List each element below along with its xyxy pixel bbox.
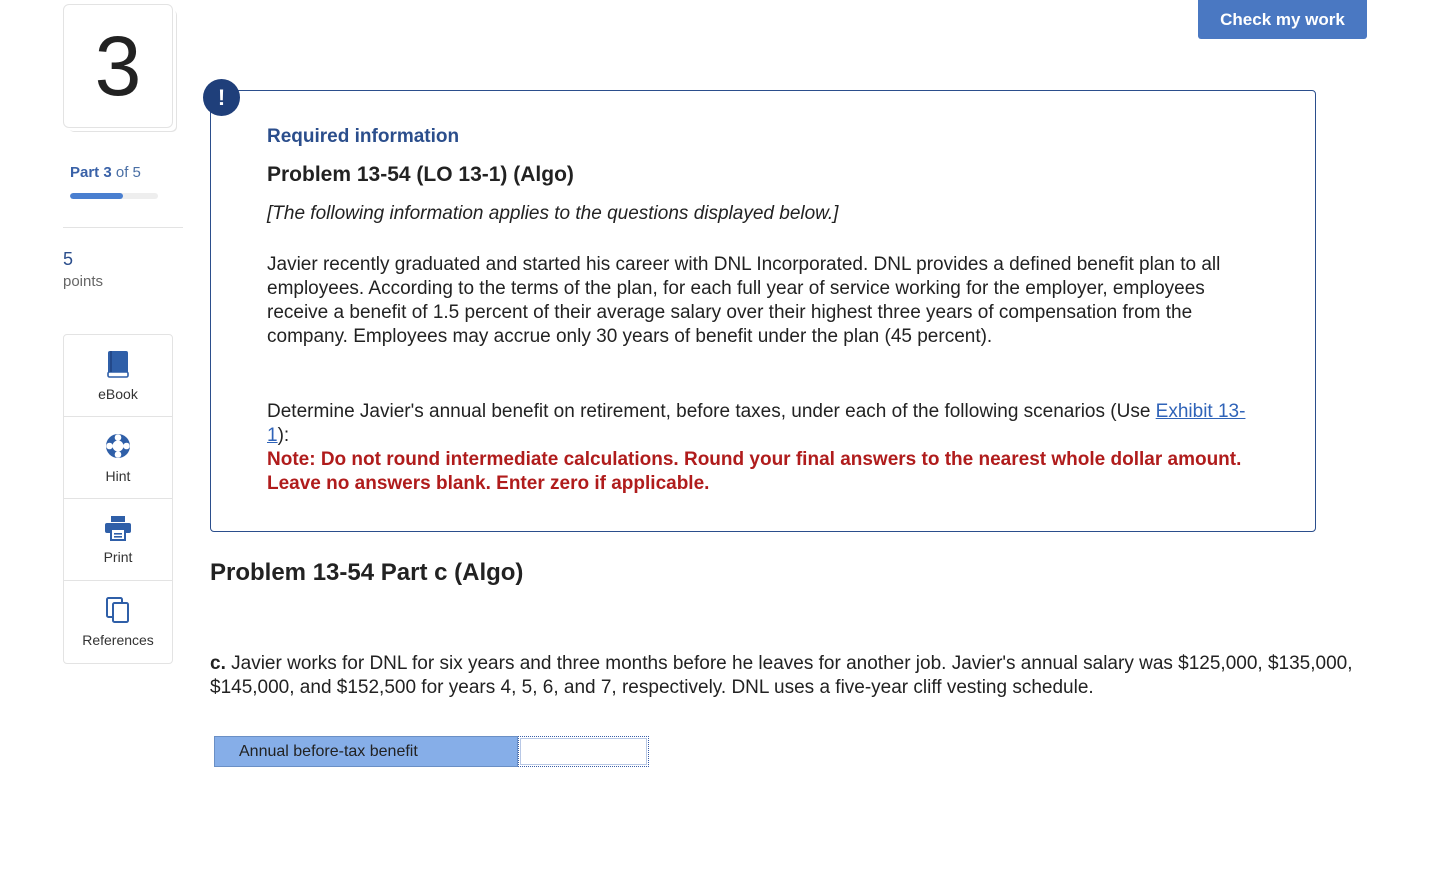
- print-button[interactable]: Print: [64, 499, 172, 581]
- annual-benefit-input[interactable]: [518, 736, 649, 767]
- part-indicator: Part 3 of 5: [70, 164, 141, 181]
- answer-row: Annual before-tax benefit: [214, 736, 649, 767]
- references-label: References: [82, 632, 154, 648]
- sidebar-divider: [63, 227, 183, 228]
- part-current: 3: [103, 164, 112, 181]
- alert-icon: !: [203, 79, 240, 116]
- ebook-label: eBook: [98, 385, 138, 402]
- references-button[interactable]: References: [64, 581, 172, 663]
- instruction-paragraph: Determine Javier's annual benefit on ret…: [267, 400, 1267, 448]
- answer-label: Annual before-tax benefit: [214, 736, 518, 767]
- lifebuoy-icon: [106, 433, 130, 458]
- problem-title: Problem 13-54 (LO 13-1) (Algo): [267, 163, 574, 186]
- points-value: 5: [63, 249, 74, 269]
- check-my-work-button[interactable]: Check my work: [1198, 0, 1367, 39]
- part-progress-fill: [70, 193, 123, 199]
- printer-icon: [105, 515, 131, 541]
- scenario-paragraph: Javier recently graduated and started hi…: [267, 254, 1221, 347]
- part-word: Part: [70, 164, 100, 181]
- instruction-text: Determine Javier's annual benefit on ret…: [267, 401, 1156, 422]
- rounding-note: Note: Do not round intermediate calculat…: [267, 449, 1242, 494]
- question-prefix: c.: [210, 653, 226, 674]
- part-of: of 5: [115, 164, 141, 181]
- hint-button[interactable]: Hint: [64, 417, 172, 499]
- ebook-button[interactable]: eBook: [64, 335, 172, 417]
- hint-label: Hint: [105, 467, 131, 484]
- part-title: Problem 13-54 Part c (Algo): [210, 559, 524, 586]
- print-label: Print: [103, 548, 133, 565]
- points-label: points: [63, 273, 104, 290]
- tools-panel: eBook Hint Print References: [63, 334, 173, 664]
- instruction-text-end: ):: [277, 425, 290, 446]
- copy-pages-icon: [106, 597, 129, 623]
- part-progress-bar: [70, 193, 158, 199]
- book-icon: [107, 350, 129, 378]
- question-number-card: 3: [63, 4, 173, 128]
- applies-note: [The following information applies to th…: [267, 203, 839, 224]
- question-body: Javier works for DNL for six years and t…: [210, 653, 1353, 698]
- question-number: 3: [94, 18, 142, 113]
- question-text: c. Javier works for DNL for six years an…: [210, 652, 1380, 700]
- required-information-heading: Required information: [267, 126, 460, 147]
